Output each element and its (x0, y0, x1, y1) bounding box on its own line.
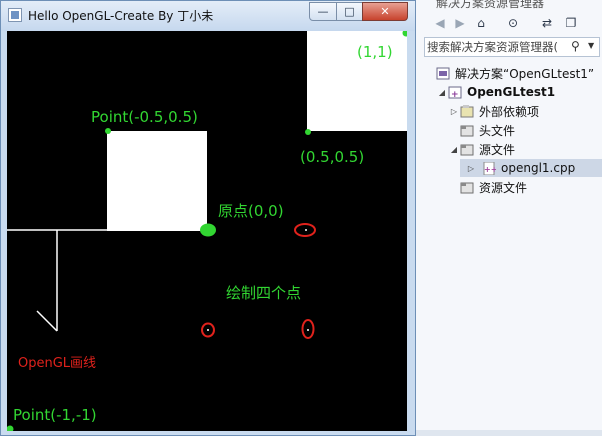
gl-canvas[interactable]: (1,1) Point(-0.5,0.5) (0.5,0.5) 原点(0,0) … (7, 31, 407, 431)
explorer-toolbar: ◀ ▶ ⌂ ⊙ ⇄ ❐ (416, 12, 602, 34)
dependencies-icon (460, 104, 474, 118)
label-origin: 原点(0,0) (218, 202, 284, 220)
close-button[interactable]: ✕ (362, 2, 408, 21)
expand-icon[interactable]: ▷ (460, 164, 482, 173)
dot-bottom-left (207, 329, 209, 331)
tree-file-label: opengl1.cpp (501, 161, 576, 175)
svg-text:++: ++ (484, 165, 496, 174)
point-mid (305, 129, 311, 135)
tree-file[interactable]: ▷ ++ opengl1.cpp (460, 159, 602, 177)
home-icon[interactable]: ⌂ (472, 14, 490, 32)
point-origin (200, 223, 216, 237)
tree-sources[interactable]: ◢ 源文件 (448, 140, 515, 158)
dot-right (305, 229, 307, 231)
explorer-search[interactable]: ⚲ ▼ (424, 37, 600, 57)
tree-headers[interactable]: 头文件 (460, 121, 515, 139)
windows-icon[interactable]: ❐ (562, 14, 580, 32)
tree-project-label: OpenGLtest1 (467, 85, 556, 99)
line-diagonal (36, 310, 58, 332)
search-input[interactable] (427, 39, 567, 55)
maximize-button[interactable]: □ (336, 2, 363, 21)
history-icon[interactable]: ⊙ (504, 14, 522, 32)
solution-icon (436, 67, 450, 80)
horizontal-scrollbar[interactable] (416, 430, 602, 436)
tree-headers-label: 头文件 (479, 123, 516, 138)
panel-header: 解决方案资源管理器 (416, 0, 602, 12)
label-mid-point: (0.5,0.5) (300, 148, 365, 166)
tree-resources-label: 资源文件 (479, 180, 528, 195)
window-title: Hello OpenGL-Create By 丁小未 (28, 9, 214, 23)
chevron-down-icon[interactable]: ▼ (588, 41, 594, 50)
label-top-right: (1,1) (357, 43, 393, 61)
cpp-file-icon: ++ (482, 161, 497, 175)
tree-solution[interactable]: 解决方案“OpenGLtest1” (424, 64, 594, 82)
point-bottom-left (7, 425, 14, 431)
minimize-button[interactable]: — (309, 2, 337, 21)
tree-external-deps[interactable]: ▷ 外部依赖项 (448, 102, 539, 120)
search-icon[interactable]: ⚲ (571, 39, 580, 53)
label-opengl-line: OpenGL画线 (18, 356, 97, 371)
close-icon: ✕ (380, 5, 390, 18)
maximize-icon: □ (344, 5, 355, 18)
label-point-top-left: Point(-0.5,0.5) (91, 108, 198, 126)
solution-explorer: 解决方案资源管理器 ◀ ▶ ⌂ ⊙ ⇄ ❐ ⚲ ▼ 解决方案“OpenGLtes… (416, 0, 602, 436)
collapse-icon[interactable]: ◢ (436, 88, 448, 97)
minimize-icon: — (317, 5, 329, 18)
tree-project[interactable]: ◢ + OpenGLtest1 (436, 83, 555, 101)
filter-folder-icon (460, 143, 474, 156)
tree-sources-label: 源文件 (479, 142, 516, 157)
tree-solution-label: 解决方案“OpenGLtest1” (455, 66, 595, 81)
label-bottom-left: Point(-1,-1) (13, 406, 97, 424)
svg-text:+: + (451, 90, 459, 99)
tree-resources[interactable]: 资源文件 (460, 178, 527, 196)
sync-icon[interactable]: ⇄ (538, 14, 556, 32)
title-bar[interactable]: Hello OpenGL-Create By 丁小未 — □ ✕ (1, 1, 415, 31)
filter-folder-icon (460, 124, 474, 137)
filter-folder-icon (460, 181, 474, 194)
opengl-window: Hello OpenGL-Create By 丁小未 — □ ✕ (1,1) P… (0, 0, 416, 436)
gl-drawing (7, 31, 407, 431)
point-top-left (105, 128, 111, 134)
back-icon[interactable]: ◀ (432, 14, 448, 32)
label-draw-points: 绘制四个点 (226, 284, 302, 302)
quad-center (107, 131, 207, 231)
dot-bottom-right (307, 329, 309, 331)
expand-icon[interactable]: ▷ (448, 107, 460, 116)
app-icon (8, 8, 22, 22)
forward-icon[interactable]: ▶ (452, 14, 468, 32)
panel-title: 解决方案资源管理器 (436, 0, 545, 10)
tree-external-deps-label: 外部依赖项 (479, 104, 540, 119)
collapse-icon[interactable]: ◢ (448, 145, 460, 154)
project-icon: + (448, 86, 462, 100)
